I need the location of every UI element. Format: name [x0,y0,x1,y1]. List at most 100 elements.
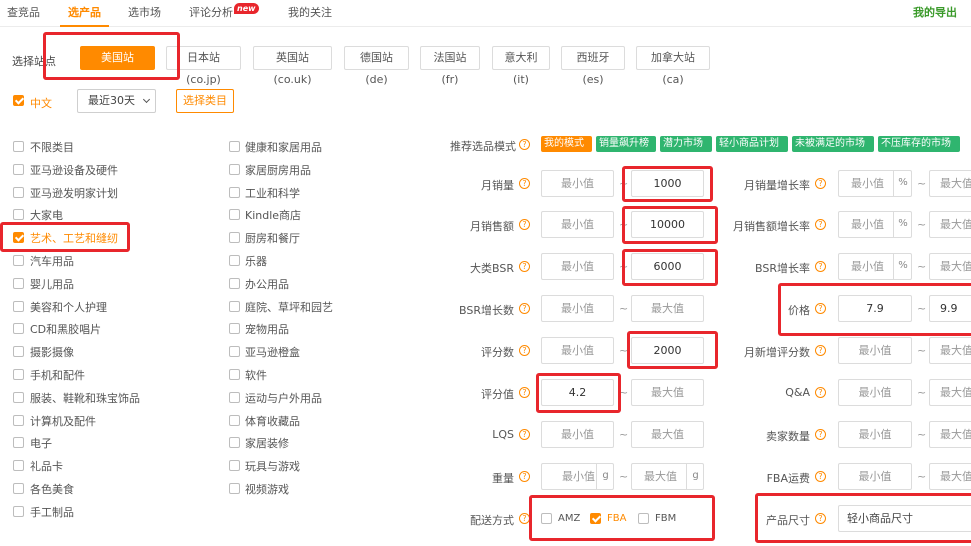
monthly_revenue-min-input[interactable]: 最小值 [541,211,614,238]
lqs-min-input[interactable]: 最小值 [541,421,614,448]
category-label[interactable]: 家居厨房用品 [245,162,311,178]
mode-tag-potential-market[interactable]: 潜力市场 [660,136,712,152]
mode-tag-my-mode[interactable]: 我的模式 [541,136,592,152]
category-checkbox[interactable] [13,460,24,471]
language-checkbox[interactable] [13,95,24,106]
site-button-uk[interactable]: 英国站(co.uk) [253,46,332,86]
new_reviews-min-input[interactable]: 最小值 [838,337,912,364]
help-icon[interactable]: ? [815,429,826,440]
category-label[interactable]: 手工制品 [30,504,74,520]
tab-products[interactable]: 选产品 [60,0,109,27]
site-button-de[interactable]: 德国站(de) [344,46,409,86]
category-checkbox[interactable] [229,255,240,266]
category-label[interactable]: 计算机及配件 [30,413,96,429]
bsr_growth-max-input[interactable]: 最大值 [929,253,971,280]
category-checkbox[interactable] [13,209,24,220]
site-button-it[interactable]: 意大利(it) [492,46,550,86]
help-icon[interactable]: ? [519,429,530,440]
rating-max-input[interactable]: 最大值 [631,379,704,406]
bsr_growth_count-min-input[interactable]: 最小值 [541,295,614,322]
category-label[interactable]: Kindle商店 [245,207,301,223]
category-checkbox[interactable] [13,483,24,494]
category-checkbox[interactable] [13,437,24,448]
category-label[interactable]: 摄影摄像 [30,344,74,360]
category-label[interactable]: 工业和科学 [245,185,300,201]
category-label[interactable]: 不限类目 [30,139,74,155]
category-checkbox[interactable] [229,209,240,220]
category-checkbox[interactable] [13,187,24,198]
sales_growth-max-input[interactable]: 最大值 [929,170,971,197]
category-label[interactable]: 玩具与游戏 [245,458,300,474]
my-export-link[interactable]: 我的导出 [913,0,957,27]
category-label[interactable]: 亚马逊橙盒 [245,344,300,360]
site-button-fr[interactable]: 法国站(fr) [420,46,480,86]
category-checkbox[interactable] [229,415,240,426]
revenue_growth-max-input[interactable]: 最大值 [929,211,971,238]
help-icon[interactable]: ? [815,345,826,356]
help-icon[interactable]: ? [519,345,530,356]
category-label[interactable]: 办公用品 [245,276,289,292]
qa-max-input[interactable]: 最大值 [929,379,971,406]
category-label[interactable]: 手机和配件 [30,367,85,383]
category-checkbox[interactable] [229,460,240,471]
category-label[interactable]: 各色美食 [30,481,74,497]
category-label[interactable]: 亚马逊发明家计划 [30,185,118,201]
mode-tag-light-small[interactable]: 轻小商品计划 [716,136,788,152]
category-checkbox[interactable] [229,483,240,494]
category-checkbox[interactable] [13,323,24,334]
fba_fee-min-input[interactable]: 最小值 [838,463,912,490]
category-checkbox[interactable] [13,141,24,152]
category-label[interactable]: 婴儿用品 [30,276,74,292]
category-label[interactable]: 视频游戏 [245,481,289,497]
help-icon[interactable]: ? [519,387,530,398]
qa-min-input[interactable]: 最小值 [838,379,912,406]
category-checkbox[interactable] [13,346,24,357]
category-label[interactable]: 健康和家居用品 [245,139,322,155]
tab-markets[interactable]: 选市场 [128,0,161,27]
period-select[interactable]: 最近30天 [77,89,156,113]
monthly_sales-min-input[interactable]: 最小值 [541,170,614,197]
category-label[interactable]: 庭院、草坪和园艺 [245,299,333,315]
tab-review-analysis[interactable]: 评论分析 [189,0,233,27]
category-label[interactable]: 体育收藏品 [245,413,300,429]
category-checkbox[interactable] [229,301,240,312]
help-icon[interactable]: ? [815,387,826,398]
review_count-min-input[interactable]: 最小值 [541,337,614,364]
tab-my-follows[interactable]: 我的关注 [288,0,332,27]
category-checkbox[interactable] [229,392,240,403]
help-icon[interactable]: ? [519,178,530,189]
site-button-ca[interactable]: 加拿大站(ca) [636,46,710,86]
help-icon[interactable]: ? [815,261,826,272]
category-label[interactable]: 大家电 [30,207,63,223]
help-icon[interactable]: ? [815,219,826,230]
category-label[interactable]: 家居装修 [245,435,289,451]
category-checkbox[interactable] [13,255,24,266]
category-checkbox[interactable] [229,278,240,289]
category-label[interactable]: 软件 [245,367,267,383]
help-icon[interactable]: ? [519,139,530,150]
category-checkbox[interactable] [229,346,240,357]
category-checkbox[interactable] [13,164,24,175]
bsr-min-input[interactable]: 最小值 [541,253,614,280]
mode-tag-unmet-market[interactable]: 未被满足的市场 [792,136,874,152]
category-checkbox[interactable] [13,278,24,289]
help-icon[interactable]: ? [519,219,530,230]
category-label[interactable]: 汽车用品 [30,253,74,269]
category-checkbox[interactable] [13,415,24,426]
category-label[interactable]: 宠物用品 [245,321,289,337]
category-checkbox[interactable] [229,187,240,198]
fba_fee-max-input[interactable]: 最大值 [929,463,971,490]
bsr_growth_count-max-input[interactable]: 最大值 [631,295,704,322]
choose-category-button[interactable]: 选择类目 [176,89,234,113]
category-checkbox[interactable] [13,301,24,312]
mode-tag-sales-surge[interactable]: 销量飙升榜 [596,136,656,152]
category-label[interactable]: 运动与户外用品 [245,390,322,406]
tab-competitors[interactable]: 查竞品 [7,0,40,27]
category-checkbox[interactable] [229,232,240,243]
mode-tag-no-inventory[interactable]: 不压库存的市场 [878,136,960,152]
category-label[interactable]: 亚马逊设备及硬件 [30,162,118,178]
category-checkbox[interactable] [13,369,24,380]
help-icon[interactable]: ? [519,303,530,314]
category-label[interactable]: 厨房和餐厅 [245,230,300,246]
category-checkbox[interactable] [13,506,24,517]
